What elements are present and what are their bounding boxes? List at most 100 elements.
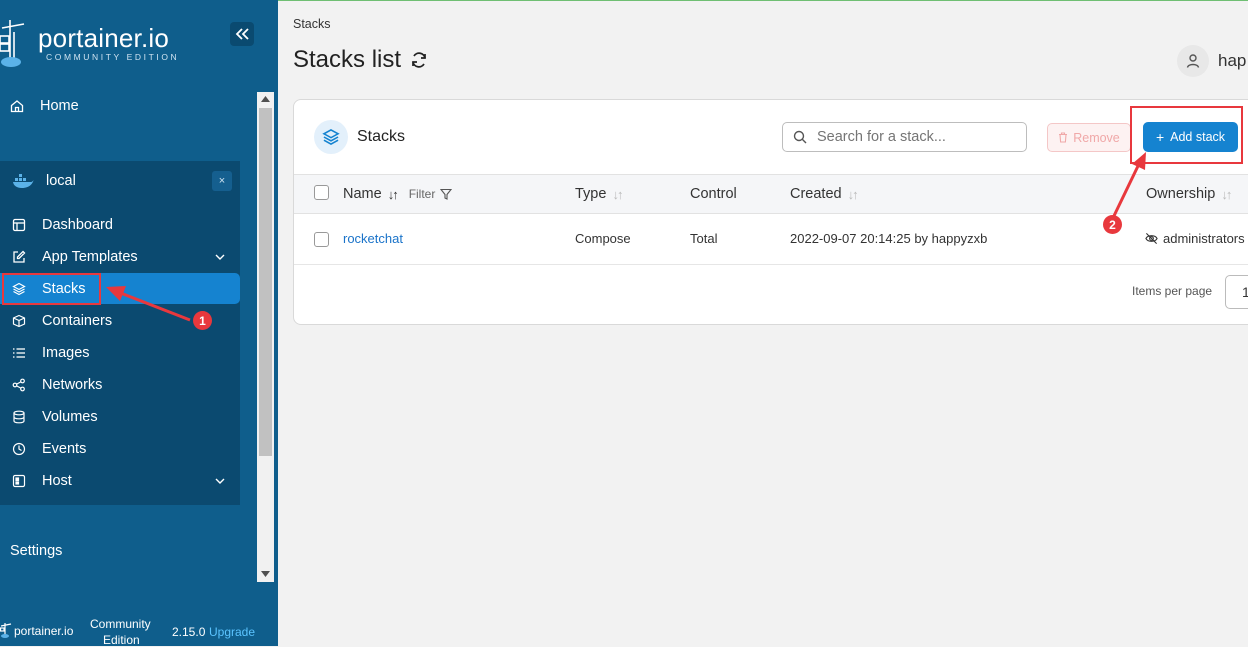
refresh-icon[interactable]: [409, 50, 429, 70]
stacks-panel: Stacks Remove + Add stack Name ↓↑ Filter…: [293, 99, 1248, 325]
column-label-created: Created: [790, 186, 842, 202]
sort-desc-icon[interactable]: ↓↑: [388, 187, 399, 202]
column-header-name[interactable]: Name ↓↑ Filter: [343, 186, 453, 202]
search-input[interactable]: [817, 129, 1017, 145]
footer-brand: portainer.io: [14, 624, 74, 638]
top-border: [278, 0, 1248, 1]
panel-icon-circle: [314, 120, 348, 154]
environment-section: local × Dashboard App Templates Stacks C…: [0, 161, 240, 505]
user-icon: [1186, 54, 1200, 68]
sidebar-item-label: Networks: [42, 376, 103, 393]
stack-name-link[interactable]: rocketchat: [343, 231, 403, 246]
sidebar-item-host[interactable]: Host: [0, 465, 240, 496]
sidebar-item-label: Dashboard: [42, 216, 113, 233]
double-chevron-left-icon: [235, 28, 249, 40]
footer-edition-line1: Community: [90, 617, 151, 631]
portainer-logo[interactable]: portainer.io COMMUNITY EDITION: [0, 18, 179, 68]
breadcrumb[interactable]: Stacks: [293, 17, 331, 31]
filter-label[interactable]: Filter: [409, 187, 436, 201]
select-all-checkbox[interactable]: [314, 185, 329, 200]
ownership-label: administrators: [1163, 231, 1245, 246]
column-label-control: Control: [690, 186, 737, 202]
avatar: [1177, 45, 1209, 77]
sidebar-item-label: Host: [42, 472, 72, 489]
scrollbar-thumb[interactable]: [259, 108, 272, 456]
annotation-arrow-1: [106, 286, 191, 322]
footer-version: 2.15.0: [172, 625, 206, 639]
upgrade-link[interactable]: Upgrade: [209, 625, 255, 639]
clock-icon: [12, 442, 26, 455]
portainer-crane-icon: [0, 20, 25, 67]
sort-icon[interactable]: ↓↑: [1221, 187, 1232, 202]
eye-off-icon: [1145, 232, 1158, 245]
box-icon: [12, 314, 26, 327]
logo-wordmark: portainer.io: [38, 23, 170, 53]
sidebar-item-volumes[interactable]: Volumes: [0, 401, 240, 432]
scroll-up-arrow-icon[interactable]: [261, 96, 270, 102]
sidebar-item-images[interactable]: Images: [0, 337, 240, 368]
server-icon: [12, 474, 26, 487]
stack-type: Compose: [575, 231, 631, 246]
sidebar-item-label: Images: [42, 344, 90, 361]
trash-icon: [1059, 132, 1068, 143]
sidebar: portainer.io COMMUNITY EDITION Home loca…: [0, 0, 278, 647]
column-label-name: Name: [343, 186, 382, 202]
sidebar-item-networks[interactable]: Networks: [0, 369, 240, 400]
page-title: Stacks list: [293, 46, 402, 73]
sidebar-item-label: Volumes: [42, 408, 98, 425]
sidebar-item-app-templates[interactable]: App Templates: [0, 241, 240, 272]
chevron-down-icon: [215, 478, 225, 484]
sort-icon[interactable]: ↓↑: [848, 187, 859, 202]
share-icon: [12, 378, 25, 391]
footer-edition-line2: Edition: [103, 633, 140, 647]
user-name: hap: [1218, 51, 1247, 70]
collapse-sidebar-button[interactable]: [230, 22, 254, 46]
dashboard-icon: [12, 218, 26, 231]
environment-header: local: [12, 171, 76, 191]
environment-name: local: [46, 173, 76, 189]
remove-button[interactable]: Remove: [1047, 123, 1131, 152]
stack-created: 2022-09-07 20:14:25 by happyzxb: [790, 231, 988, 246]
scroll-down-arrow-icon[interactable]: [261, 571, 270, 577]
sidebar-item-events[interactable]: Events: [0, 433, 240, 464]
chevron-down-icon: [215, 254, 225, 260]
column-header-created[interactable]: Created ↓↑: [790, 186, 859, 202]
filter-icon[interactable]: [440, 188, 453, 200]
sidebar-scrollbar[interactable]: [257, 92, 274, 582]
list-icon: [13, 347, 25, 358]
column-header-type[interactable]: Type ↓↑: [575, 186, 623, 202]
sidebar-item-dashboard[interactable]: Dashboard: [0, 209, 240, 240]
portainer-small-icon: [0, 623, 12, 638]
close-environment-button[interactable]: ×: [212, 171, 232, 191]
edit-icon: [13, 250, 26, 263]
stack-control: Total: [690, 231, 718, 246]
column-label-type: Type: [575, 186, 607, 202]
items-per-page-label: Items per page: [1132, 284, 1213, 298]
sidebar-item-settings[interactable]: Settings: [10, 543, 62, 559]
column-label-ownership: Ownership: [1146, 186, 1216, 202]
row-checkbox[interactable]: [314, 232, 329, 247]
sidebar-item-label: App Templates: [42, 248, 138, 265]
database-icon: [13, 410, 25, 423]
highlight-box-stacks: [2, 273, 101, 305]
panel-header: Stacks: [314, 120, 405, 154]
stack-ownership: administrators: [1145, 231, 1245, 246]
search-box[interactable]: [782, 122, 1027, 152]
sort-icon[interactable]: ↓↑: [612, 187, 623, 202]
search-icon: [793, 130, 807, 144]
home-icon: [10, 100, 24, 113]
docker-icon: [13, 174, 34, 188]
user-menu[interactable]: hap: [1177, 45, 1246, 77]
annotation-badge-2: 2: [1103, 215, 1122, 234]
sidebar-item-label: Home: [40, 98, 79, 114]
sidebar-footer: portainer.io Community Edition 2.15.0 Up…: [0, 614, 278, 647]
column-header-ownership[interactable]: Ownership ↓↑: [1146, 186, 1232, 202]
items-per-page-select[interactable]: 1: [1225, 275, 1248, 309]
layers-icon: [322, 129, 340, 145]
logo-edition: COMMUNITY EDITION: [46, 52, 180, 62]
sidebar-item-home[interactable]: Home: [10, 98, 79, 114]
page-title-wrapper: Stacks list: [293, 46, 429, 74]
remove-label: Remove: [1073, 130, 1120, 145]
column-header-control: Control: [690, 186, 737, 202]
panel-title: Stacks: [357, 128, 406, 145]
